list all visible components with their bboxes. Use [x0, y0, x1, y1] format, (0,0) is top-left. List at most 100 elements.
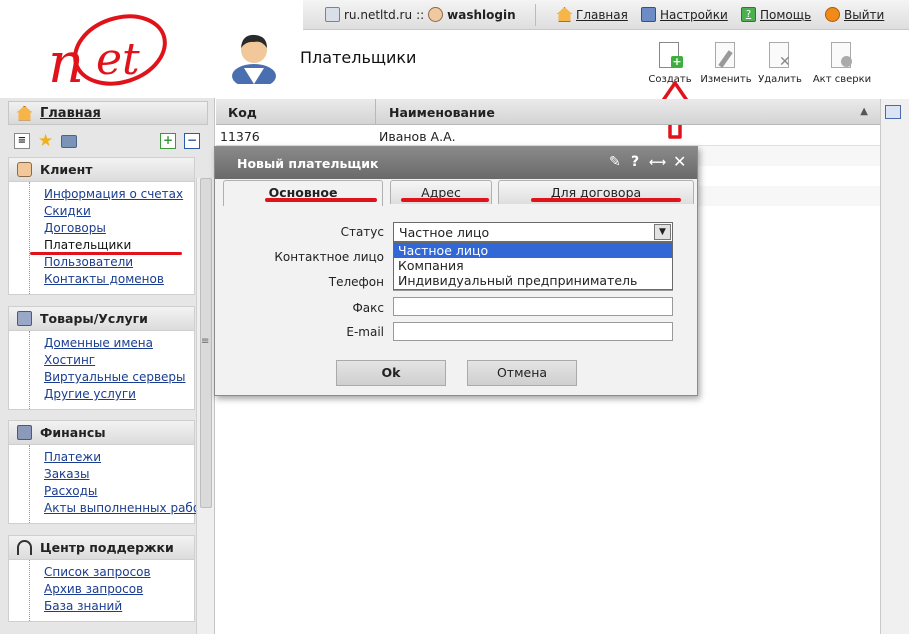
- site-info: ru.netltd.ru :: washlogin: [325, 7, 516, 22]
- status-dropdown: Частное лицо Компания Индивидуальный пре…: [393, 242, 673, 290]
- sidebar-item-domains[interactable]: Доменные имена: [44, 335, 194, 352]
- svg-text:et: et: [96, 34, 140, 85]
- create-button[interactable]: + Создать: [640, 42, 700, 85]
- section-support-header[interactable]: Центр поддержки: [9, 536, 194, 560]
- net-logo: n et: [48, 14, 167, 96]
- sidebar-item-orders[interactable]: Заказы: [44, 466, 194, 483]
- reconciliation-button[interactable]: Акт сверки: [812, 42, 872, 85]
- status-option[interactable]: Индивидуальный предприниматель: [394, 273, 672, 288]
- brush-icon[interactable]: ✎: [609, 154, 621, 170]
- headset-icon: [17, 540, 32, 555]
- section-finance-header[interactable]: Финансы: [9, 421, 194, 445]
- fax-label: Факс: [352, 301, 384, 315]
- section-finance: Финансы Платежи Заказы Расходы Акты выпо…: [8, 420, 207, 524]
- sidebar-item-accounts-info[interactable]: Информация о счетах: [44, 186, 194, 203]
- svg-text:n: n: [48, 31, 84, 96]
- sidebar-item-payments[interactable]: Платежи: [44, 449, 194, 466]
- close-icon[interactable]: ✕: [673, 152, 686, 171]
- sidebar-item-other-services[interactable]: Другие услуги: [44, 386, 194, 403]
- sidebar-item-expenses[interactable]: Расходы: [44, 483, 194, 500]
- sidebar-item-contracts[interactable]: Договоры: [44, 220, 194, 237]
- section-finance-title: Финансы: [40, 425, 106, 440]
- email-field[interactable]: [393, 322, 673, 341]
- cart-icon: [17, 311, 32, 326]
- status-select-value: Частное лицо: [399, 225, 490, 240]
- status-option[interactable]: Компания: [394, 258, 672, 273]
- edit-button[interactable]: Изменить: [696, 42, 756, 85]
- section-support: Центр поддержки Список запросов Архив за…: [8, 535, 195, 622]
- document-seal-icon: [829, 42, 855, 70]
- tab-main[interactable]: Основное: [223, 180, 383, 206]
- favorites-star-icon[interactable]: ★: [38, 133, 53, 150]
- home-link-label: Главная: [576, 7, 628, 22]
- sidebar-item-domain-contacts[interactable]: Контакты доменов: [44, 271, 194, 288]
- section-support-title: Центр поддержки: [40, 540, 174, 555]
- logout-link[interactable]: Выйти: [825, 7, 884, 22]
- list-view-icon[interactable]: ≡: [14, 133, 30, 149]
- fax-field[interactable]: [393, 297, 673, 316]
- cell-code: 11376: [220, 129, 260, 144]
- sidebar-item-requests[interactable]: Список запросов: [44, 564, 194, 581]
- sort-asc-icon[interactable]: ▲: [860, 106, 868, 117]
- client-icon: [17, 162, 32, 177]
- server-icon: [325, 7, 340, 22]
- chevron-down-icon[interactable]: ▼: [654, 224, 671, 240]
- sidebar-item-knowledge-base[interactable]: База знаний: [44, 598, 194, 615]
- delete-button[interactable]: ✕ Удалить: [750, 42, 810, 85]
- help-icon[interactable]: ?: [631, 154, 639, 170]
- house-icon: [557, 7, 572, 22]
- expand-all-icon[interactable]: +: [160, 133, 176, 149]
- section-goods-title: Товары/Услуги: [40, 311, 148, 326]
- annotation-underline-payers: [30, 252, 182, 255]
- grid-header: Код Наименование ▲: [216, 99, 880, 125]
- cancel-button[interactable]: Отмена: [467, 360, 577, 386]
- cell-name: Иванов А.А.: [379, 129, 456, 144]
- help-link-label: Помощь: [760, 7, 812, 22]
- grid-settings-icon[interactable]: [885, 105, 901, 119]
- create-icon: +: [657, 42, 683, 70]
- section-goods-header[interactable]: Товары/Услуги: [9, 307, 194, 331]
- status-select[interactable]: Частное лицо ▼: [393, 222, 673, 242]
- sidebar: Главная ≡ ★ + − Клиент Информация о счет…: [0, 98, 215, 634]
- calculator-icon: [17, 425, 32, 440]
- user-icon: [428, 7, 444, 22]
- sidebar-item-discounts[interactable]: Скидки: [44, 203, 194, 220]
- contact-label: Контактное лицо: [274, 250, 384, 264]
- sidebar-scrollbar[interactable]: ≡: [196, 178, 214, 634]
- help-icon: ?: [741, 7, 756, 22]
- delete-icon: ✕: [767, 42, 793, 70]
- collapse-all-icon[interactable]: −: [184, 133, 200, 149]
- grip-icon: ≡: [201, 336, 210, 347]
- settings-icon: [641, 7, 656, 22]
- section-client-header[interactable]: Клиент: [9, 158, 194, 182]
- sidebar-item-requests-archive[interactable]: Архив запросов: [44, 581, 194, 598]
- page-title: Плательщики: [300, 48, 417, 67]
- sidebar-home-label: Главная: [40, 105, 101, 121]
- edit-icon: [713, 42, 739, 70]
- sidebar-item-vps[interactable]: Виртуальные серверы: [44, 369, 194, 386]
- username: washlogin: [447, 7, 516, 22]
- sidebar-item-acts[interactable]: Акты выполненных работ: [44, 500, 207, 517]
- sidebar-item-users[interactable]: Пользователи: [44, 254, 194, 271]
- sidebar-home[interactable]: Главная: [8, 101, 208, 125]
- maximize-icon[interactable]: ⟷: [649, 155, 666, 169]
- section-client-title: Клиент: [40, 162, 93, 177]
- annotation-underline-tab: [531, 198, 681, 202]
- column-name[interactable]: Наименование: [389, 105, 495, 120]
- reconciliation-button-label: Акт сверки: [812, 74, 872, 85]
- sidebar-item-hosting[interactable]: Хостинг: [44, 352, 194, 369]
- site-name: ru.netltd.ru: [344, 7, 413, 22]
- status-option[interactable]: Частное лицо: [394, 243, 672, 258]
- top-bar: ru.netltd.ru :: washlogin Главная Настро…: [303, 0, 909, 30]
- settings-link[interactable]: Настройки: [641, 7, 728, 22]
- column-code[interactable]: Код: [228, 105, 257, 120]
- delete-button-label: Удалить: [758, 74, 802, 85]
- phone-label: Телефон: [328, 275, 384, 289]
- ok-button[interactable]: Ok: [336, 360, 446, 386]
- settings-link-label: Настройки: [660, 7, 728, 22]
- power-icon: [825, 7, 840, 22]
- table-row[interactable]: 11376 Иванов А.А.: [216, 126, 880, 146]
- briefcase-icon[interactable]: [61, 134, 78, 148]
- home-link[interactable]: Главная: [557, 7, 628, 22]
- help-link[interactable]: ? Помощь: [741, 7, 811, 22]
